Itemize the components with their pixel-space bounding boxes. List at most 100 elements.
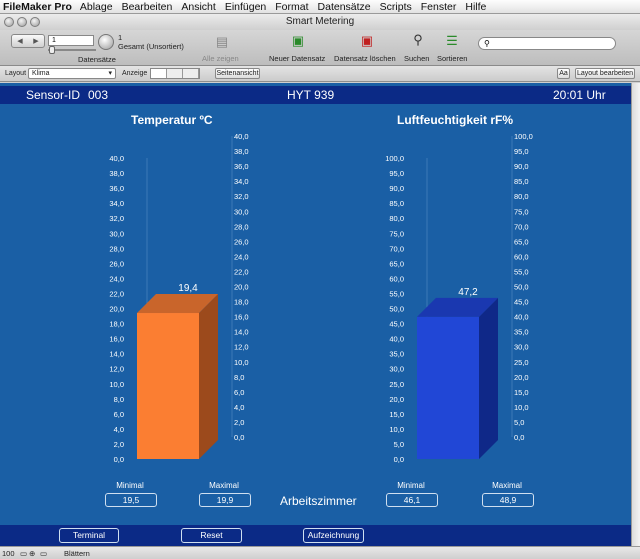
left-tick-label-hum: 5,0 — [394, 440, 404, 449]
layout-content: Sensor-ID 003 HYT 939 20:01 Uhr Temperat… — [0, 83, 631, 546]
left-tick-label-temp: 32,0 — [109, 214, 124, 223]
quick-find-input[interactable]: ⚲ — [478, 37, 616, 50]
filemaker-window: FileMaker Pro Ablage Bearbeiten Ansicht … — [0, 0, 640, 559]
status-toolbar: ◀ ▶ 1 1 Gesamt (Unsortiert) Datensätze ▤… — [0, 30, 640, 66]
right-tick-label-hum: 65,0 — [514, 237, 529, 246]
prev-record-icon[interactable]: ◀ — [17, 37, 22, 45]
form-view-button[interactable] — [151, 69, 167, 78]
left-tick-label-temp: 8,0 — [114, 395, 124, 404]
temp-max-value: 19,9 — [199, 493, 251, 507]
record-nav-buttons[interactable]: ◀ ▶ — [11, 34, 45, 48]
hum-max-value: 48,9 — [482, 493, 534, 507]
menu-ablage[interactable]: Ablage — [80, 1, 120, 13]
left-tick-label-hum: 10,0 — [389, 425, 404, 434]
record-button[interactable]: Aufzeichnung — [303, 528, 364, 543]
bar-front-temp — [137, 313, 199, 459]
right-tick-label-hum: 20,0 — [514, 373, 529, 382]
right-tick-label-hum: 95,0 — [514, 147, 529, 156]
delete-record-button[interactable]: Datensatz löschen — [334, 54, 396, 63]
right-tick-label-hum: 5,0 — [514, 418, 524, 427]
toggle-status-icon[interactable]: ▭ — [40, 549, 47, 558]
menu-hilfe[interactable]: Hilfe — [465, 1, 493, 13]
list-view-button[interactable] — [167, 69, 183, 78]
right-tick-label-temp: 36,0 — [234, 162, 249, 171]
vertical-scrollbar[interactable] — [631, 83, 640, 546]
left-tick-label-temp: 40,0 — [109, 154, 124, 163]
left-tick-label-hum: 35,0 — [389, 350, 404, 359]
menu-bearbeiten[interactable]: Bearbeiten — [122, 1, 180, 13]
room-name: Arbeitszimmer — [280, 494, 357, 508]
zoom-window-button[interactable] — [30, 17, 40, 27]
bar-side-temp — [199, 294, 218, 459]
sort-icon[interactable]: ☰ — [444, 34, 460, 48]
reset-button[interactable]: Reset — [181, 528, 242, 543]
right-tick-label-temp: 20,0 — [234, 283, 249, 292]
edit-layout-button[interactable]: Layout bearbeiten — [575, 68, 635, 79]
menu-einfuegen[interactable]: Einfügen — [225, 1, 273, 13]
view-label: Anzeige — [122, 70, 148, 77]
hum-min-label: Minimal — [397, 481, 425, 490]
left-tick-label-temp: 10,0 — [109, 380, 124, 389]
hum-max-label: Maximal — [492, 481, 522, 490]
menu-fenster[interactable]: Fenster — [421, 1, 464, 13]
view-mode-segment[interactable] — [150, 68, 200, 79]
new-record-button[interactable]: Neuer Datensatz — [269, 54, 325, 63]
menu-ansicht[interactable]: Ansicht — [181, 1, 222, 13]
menu-scripts[interactable]: Scripts — [380, 1, 419, 13]
right-tick-label-hum: 40,0 — [514, 313, 529, 322]
bar-front-hum — [417, 316, 479, 459]
right-tick-label-hum: 100,0 — [514, 132, 533, 141]
records-label: Datensätze — [78, 55, 116, 64]
bar-value-label-hum: 47,2 — [458, 287, 478, 298]
right-tick-label-temp: 16,0 — [234, 313, 249, 322]
right-tick-label-hum: 15,0 — [514, 388, 529, 397]
table-view-button[interactable] — [183, 69, 199, 78]
record-number-field[interactable]: 1 — [48, 35, 94, 46]
record-slider-handle[interactable] — [49, 46, 55, 54]
zoom-level[interactable]: 100 — [2, 549, 15, 558]
right-tick-label-temp: 12,0 — [234, 343, 249, 352]
show-all-button[interactable]: Alle zeigen — [202, 54, 239, 63]
menu-datensaetze[interactable]: Datensätze — [318, 1, 378, 13]
right-tick-label-temp: 4,0 — [234, 403, 244, 412]
hum-min-value: 46,1 — [386, 493, 438, 507]
right-tick-label-hum: 25,0 — [514, 358, 529, 367]
left-tick-label-hum: 55,0 — [389, 289, 404, 298]
find-icon[interactable]: ⚲ — [410, 33, 426, 47]
temp-min-label: Minimal — [116, 481, 144, 490]
layout-select[interactable]: Klima ▾ — [28, 68, 116, 79]
zoom-in-icon[interactable]: ⊕ — [29, 549, 35, 558]
left-tick-label-temp: 2,0 — [114, 440, 124, 449]
menu-format[interactable]: Format — [275, 1, 315, 13]
find-button[interactable]: Suchen — [404, 54, 429, 63]
next-record-icon[interactable]: ▶ — [33, 37, 38, 45]
new-record-icon[interactable]: ▣ — [290, 34, 306, 48]
search-icon: ⚲ — [484, 39, 490, 48]
preview-button[interactable]: Seitenansicht — [215, 68, 260, 79]
zoom-out-icon[interactable]: ▭ — [20, 549, 27, 558]
close-window-button[interactable] — [4, 17, 14, 27]
mode-label: Blättern — [64, 549, 90, 558]
text-format-button[interactable]: Aa — [557, 68, 570, 79]
minimize-window-button[interactable] — [17, 17, 27, 27]
show-all-icon[interactable]: ▤ — [214, 35, 230, 49]
left-tick-label-hum: 95,0 — [389, 169, 404, 178]
right-tick-label-temp: 6,0 — [234, 388, 244, 397]
right-tick-label-temp: 14,0 — [234, 328, 249, 337]
bar-side-hum — [479, 297, 498, 459]
layout-value: Klima — [32, 70, 50, 77]
right-tick-label-hum: 55,0 — [514, 267, 529, 276]
delete-record-icon[interactable]: ▣ — [359, 34, 375, 48]
left-tick-label-temp: 0,0 — [114, 455, 124, 464]
terminal-button[interactable]: Terminal — [59, 528, 119, 543]
right-tick-label-temp: 10,0 — [234, 358, 249, 367]
sort-button[interactable]: Sortieren — [437, 54, 467, 63]
left-tick-label-temp: 4,0 — [114, 425, 124, 434]
right-tick-label-temp: 18,0 — [234, 298, 249, 307]
right-tick-label-hum: 0,0 — [514, 433, 524, 442]
record-total: 1 — [118, 33, 123, 42]
left-tick-label-hum: 50,0 — [389, 305, 404, 314]
right-tick-label-temp: 32,0 — [234, 192, 249, 201]
app-menu[interactable]: FileMaker Pro — [0, 1, 80, 13]
right-tick-label-temp: 38,0 — [234, 147, 249, 156]
